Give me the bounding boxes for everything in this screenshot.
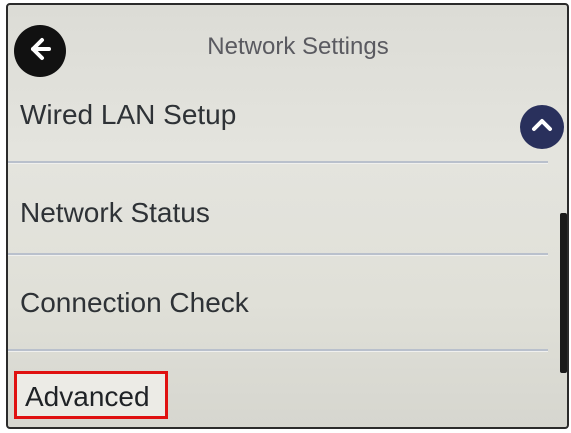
highlight-box: Advanced bbox=[14, 371, 168, 419]
back-button[interactable] bbox=[14, 25, 66, 77]
menu-item-network-status[interactable]: Network Status bbox=[8, 161, 548, 255]
menu-item-connection-check[interactable]: Connection Check bbox=[8, 253, 548, 351]
menu-item-label: Network Status bbox=[20, 197, 210, 228]
scroll-thumb[interactable] bbox=[560, 213, 567, 373]
scrollbar[interactable] bbox=[560, 5, 567, 427]
page-title: Network Settings bbox=[207, 33, 389, 60]
menu-item-label: Connection Check bbox=[20, 287, 249, 318]
screen-header: Network Settings bbox=[8, 5, 567, 85]
arrow-left-icon bbox=[25, 34, 55, 69]
scroll-up-button[interactable] bbox=[520, 105, 564, 149]
touch-screen: Network Settings Wired LAN Setup Network… bbox=[6, 3, 569, 429]
menu-item-label: Wired LAN Setup bbox=[20, 99, 237, 130]
menu-item-wired-lan-setup[interactable]: Wired LAN Setup bbox=[8, 85, 548, 163]
menu-item-label: Advanced bbox=[25, 381, 150, 412]
menu-item-advanced[interactable]: Advanced bbox=[8, 349, 548, 427]
printer-panel-bezel: Network Settings Wired LAN Setup Network… bbox=[0, 0, 571, 433]
chevron-up-icon bbox=[528, 111, 556, 144]
